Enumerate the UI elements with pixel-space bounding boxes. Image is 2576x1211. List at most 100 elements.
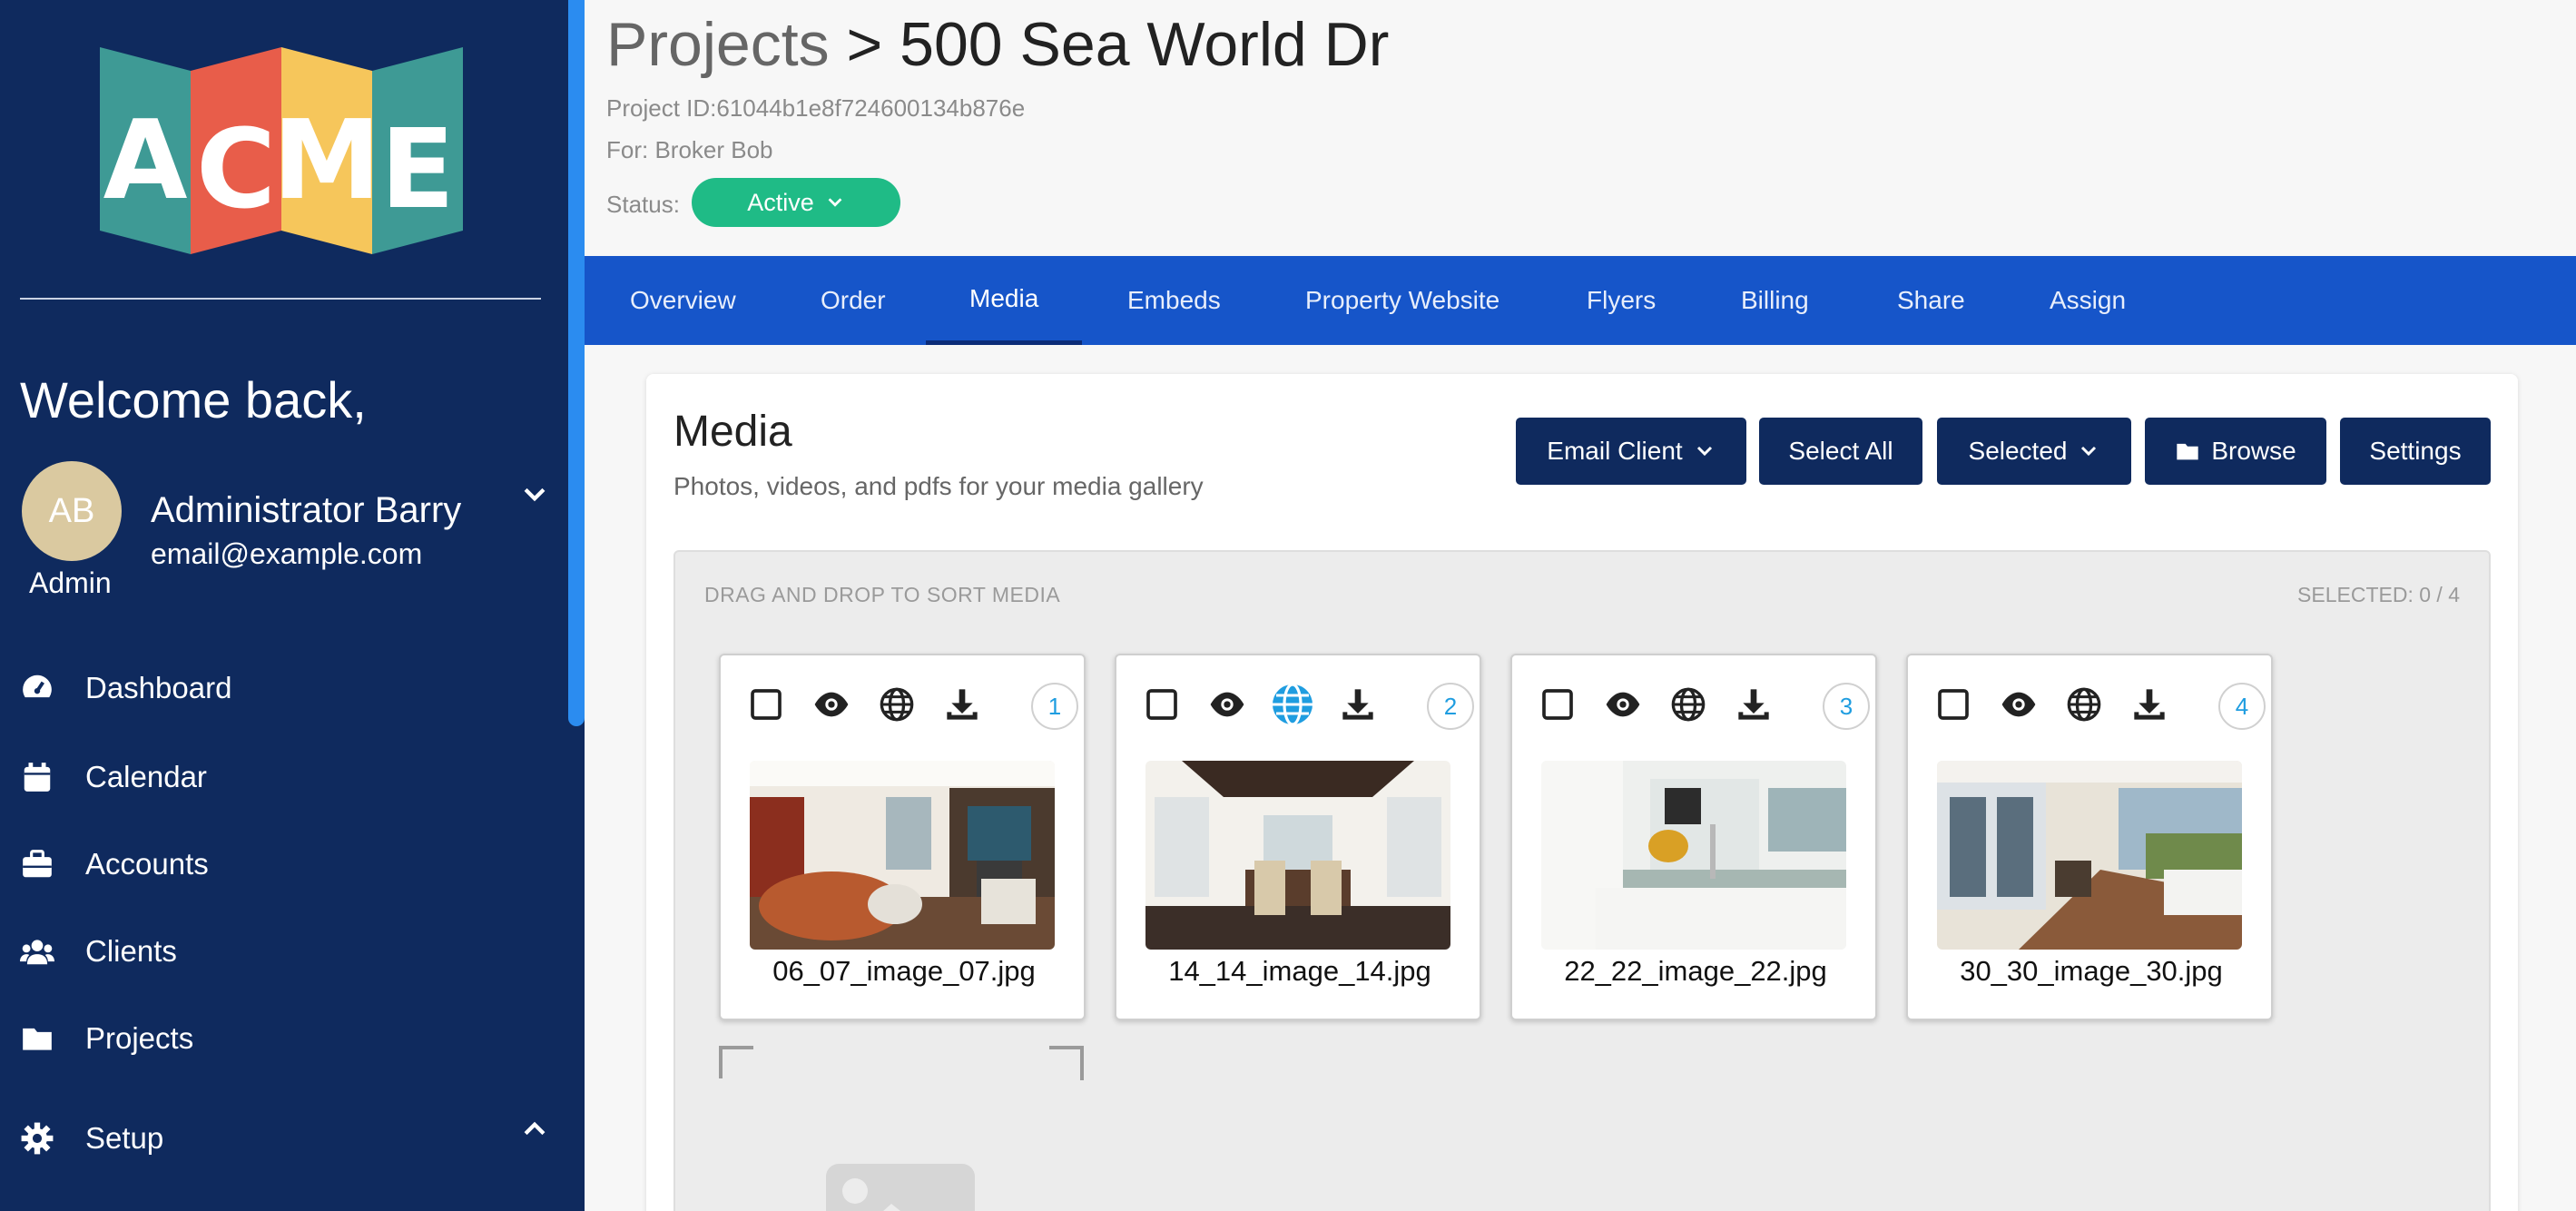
svg-text:M: M <box>272 98 380 224</box>
download-icon[interactable] <box>1735 686 1772 723</box>
sidebar-item-calendar[interactable]: Calendar <box>20 750 207 804</box>
sidebar: ACME Welcome back, AB Admin Administrato… <box>0 0 585 1211</box>
checkbox-icon[interactable] <box>1144 686 1180 723</box>
checkbox-icon[interactable] <box>1539 686 1576 723</box>
upload-placeholder[interactable] <box>719 1046 1084 1211</box>
breadcrumb-projects[interactable]: Projects <box>606 10 830 79</box>
checkbox-icon[interactable] <box>1935 686 1971 723</box>
media-filename: 22_22_image_22.jpg <box>1564 955 1827 987</box>
user-name: Administrator Barry <box>151 490 462 530</box>
chevron-down-icon <box>1696 446 1712 457</box>
tab-media[interactable]: Media <box>926 256 1083 345</box>
sidebar-item-label: Projects <box>85 1021 194 1055</box>
media-filename: 30_30_image_30.jpg <box>1960 955 2223 987</box>
eye-icon[interactable] <box>2001 686 2037 723</box>
media-item-toolbar: 1 <box>748 683 1078 730</box>
chevron-down-icon <box>2081 446 2097 457</box>
chevron-down-icon <box>828 198 842 207</box>
tab-overview[interactable]: Overview <box>630 256 736 345</box>
folder-icon <box>2177 443 2198 460</box>
email-client-button[interactable]: Email Client <box>1516 418 1746 485</box>
calendar-icon <box>24 763 51 792</box>
media-item[interactable]: 3 22_22_image_22.jpg <box>1510 654 1877 1020</box>
sidebar-item-clients[interactable]: Clients <box>20 924 177 979</box>
sidebar-item-label: Calendar <box>85 760 207 793</box>
user-email: email@example.com <box>151 537 423 570</box>
page-title: Projects > 500 Sea World Dr <box>606 9 1389 80</box>
media-filename: 14_14_image_14.jpg <box>1168 955 1431 987</box>
eye-icon[interactable] <box>813 686 850 723</box>
checkbox-icon[interactable] <box>748 686 784 723</box>
chevron-down-icon[interactable] <box>519 479 550 510</box>
gauge-icon <box>23 674 52 698</box>
sidebar-item-label: Clients <box>85 934 177 968</box>
tab-flyers[interactable]: Flyers <box>1587 256 1656 345</box>
media-order-badge: 4 <box>2218 683 2266 730</box>
tab-property-website[interactable]: Property Website <box>1305 256 1499 345</box>
globe-icon[interactable] <box>2066 686 2102 723</box>
sidebar-item-setup[interactable]: Setup <box>20 1111 163 1166</box>
sidebar-item-label: Dashboard <box>85 671 232 704</box>
selected-dropdown[interactable]: Selected <box>1937 418 2131 485</box>
sidebar-divider <box>20 298 541 300</box>
email-client-label: Email Client <box>1547 437 1683 465</box>
status-label: Status: <box>606 191 680 218</box>
sidebar-item-label: Accounts <box>85 847 209 881</box>
sidebar-item-dashboard[interactable]: Dashboard <box>20 661 231 715</box>
svg-text:E: E <box>380 107 455 233</box>
media-thumbnail[interactable] <box>1145 761 1450 950</box>
users-icon <box>20 940 54 965</box>
globe-icon-active[interactable] <box>1271 683 1314 726</box>
dropzone-label: DRAG AND DROP TO SORT MEDIA <box>704 583 1061 606</box>
globe-icon[interactable] <box>879 686 915 723</box>
download-icon[interactable] <box>944 686 980 723</box>
globe-icon[interactable] <box>1670 686 1706 723</box>
media-dropzone[interactable]: DRAG AND DROP TO SORT MEDIA SELECTED: 0 … <box>673 550 2491 1211</box>
tab-bar: Overview Order Media Embeds Property Web… <box>585 256 2576 345</box>
media-panel: Media Photos, videos, and pdfs for your … <box>646 374 2518 1211</box>
eye-icon[interactable] <box>1605 686 1641 723</box>
browse-button[interactable]: Browse <box>2145 418 2326 485</box>
project-title: 500 Sea World Dr <box>900 10 1390 79</box>
media-item[interactable]: 2 14_14_image_14.jpg <box>1115 654 1481 1020</box>
media-title: Media <box>673 408 792 456</box>
media-item[interactable]: 4 30_30_image_30.jpg <box>1906 654 2273 1020</box>
media-item-toolbar: 3 <box>1539 683 1870 730</box>
browse-label: Browse <box>2211 437 2296 465</box>
settings-button[interactable]: Settings <box>2340 418 2491 485</box>
media-order-badge: 3 <box>1823 683 1870 730</box>
user-role: Admin <box>29 566 112 599</box>
tab-order[interactable]: Order <box>821 256 886 345</box>
breadcrumb-separator: > <box>846 10 883 79</box>
media-thumbnail[interactable] <box>750 761 1055 950</box>
folder-icon <box>23 1028 52 1050</box>
sidebar-scrollbar[interactable] <box>568 0 585 726</box>
media-order-badge: 2 <box>1427 683 1474 730</box>
tab-billing[interactable]: Billing <box>1741 256 1809 345</box>
download-icon[interactable] <box>1340 686 1376 723</box>
media-thumbnail[interactable] <box>1541 761 1846 950</box>
sidebar-item-projects[interactable]: Projects <box>20 1011 193 1066</box>
tab-share[interactable]: Share <box>1897 256 1965 345</box>
avatar[interactable]: AB <box>22 461 122 561</box>
svg-text:A: A <box>103 98 188 224</box>
media-thumbnail[interactable] <box>1937 761 2242 950</box>
select-all-button[interactable]: Select All <box>1759 418 1922 485</box>
media-subtitle: Photos, videos, and pdfs for your media … <box>673 472 1204 500</box>
chevron-up-icon[interactable] <box>519 1113 550 1144</box>
tab-embeds[interactable]: Embeds <box>1127 256 1221 345</box>
media-item[interactable]: 1 06_07_image_07.jpg <box>719 654 1086 1020</box>
eye-icon[interactable] <box>1209 686 1245 723</box>
tab-assign[interactable]: Assign <box>2050 256 2126 345</box>
sidebar-item-label: Setup <box>85 1121 164 1155</box>
selected-count: SELECTED: 0 / 4 <box>2297 583 2460 606</box>
status-dropdown[interactable]: Active <box>692 178 900 227</box>
media-order-badge: 1 <box>1031 683 1078 730</box>
media-item-toolbar: 4 <box>1935 683 2266 730</box>
briefcase-icon <box>23 850 52 878</box>
download-icon[interactable] <box>2131 686 2168 723</box>
welcome-text: Welcome back, <box>20 371 367 428</box>
acme-logo[interactable]: A CM E <box>100 44 463 254</box>
media-item-toolbar: 2 <box>1144 683 1474 730</box>
sidebar-item-accounts[interactable]: Accounts <box>20 837 209 891</box>
